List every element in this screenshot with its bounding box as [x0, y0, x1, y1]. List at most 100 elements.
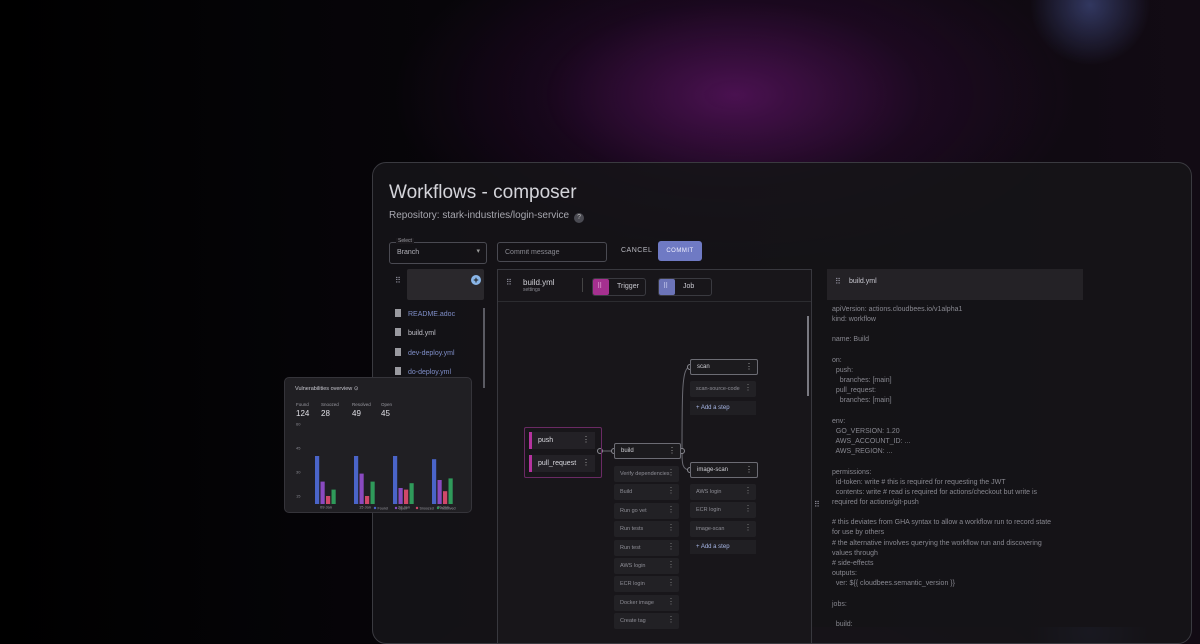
yaml-line: for use by others — [832, 529, 885, 537]
job-name: build — [621, 448, 634, 454]
more-icon[interactable]: ⋮ — [745, 362, 753, 372]
bar-open — [398, 488, 403, 504]
legend-label: Open — [399, 506, 408, 510]
more-icon[interactable]: ⋮ — [667, 468, 675, 478]
yaml-line: contents: write # read is required for a… — [832, 488, 1038, 496]
more-icon[interactable]: ⋮ — [667, 523, 675, 533]
file-item[interactable]: build.yml — [395, 328, 436, 337]
more-icon[interactable]: ⋮ — [582, 435, 590, 445]
more-icon[interactable]: ⋮ — [744, 504, 752, 514]
more-icon[interactable]: ⋮ — [667, 597, 675, 607]
branch-select-label: Select — [396, 238, 414, 244]
drag-handle-icon[interactable]: ⠿ — [395, 276, 401, 285]
vulnerabilities-card: Vulnerabilities overview ⊙ Found 124 Snoo… — [284, 377, 472, 513]
build-step[interactable]: Verify dependencies ⋮ — [614, 466, 679, 482]
step-label: Docker image — [620, 600, 654, 606]
image-step[interactable]: AWS login ⋮ — [690, 484, 756, 500]
vulnerabilities-chart: 1530456009 Jan 15 Jan 22 Jan 30 JanFound Ope… — [296, 422, 455, 511]
file-name: README.adoc — [408, 311, 456, 318]
step-label: Create tag — [620, 618, 646, 624]
bar-resolved — [370, 481, 375, 504]
legend-label: Found — [378, 506, 388, 510]
yaml-line: branches: [main] — [832, 377, 892, 385]
step-label: Run go vet — [620, 508, 647, 514]
commit-message-input[interactable] — [497, 242, 607, 262]
image-step[interactable]: ECR login ⋮ — [690, 502, 756, 518]
yaml-line: # the alternative involves querying the … — [832, 539, 1042, 547]
bar-found — [393, 456, 398, 504]
step-label: ECR login — [620, 581, 645, 587]
yaml-line: build: — [832, 620, 853, 628]
branch-select[interactable]: Select Branch ▾ — [389, 238, 487, 264]
trigger-pull-request[interactable]: pull_request ⋮ — [529, 455, 595, 472]
yaml-editor[interactable]: apiVersion: actions.cloudbees.io/v1alpha… — [832, 305, 1051, 630]
yaml-line: required for actions/git-push — [832, 498, 919, 506]
yaml-line — [832, 589, 1051, 599]
more-icon[interactable]: ⋮ — [744, 383, 752, 393]
more-icon[interactable]: ⋮ — [667, 560, 675, 570]
scan-step[interactable]: scan-source-code ⋮ — [690, 381, 756, 397]
yaml-line — [832, 508, 1051, 518]
more-icon[interactable]: ⋮ — [744, 486, 752, 496]
bar-open — [359, 473, 364, 504]
drag-handle-icon[interactable]: ⠿ — [835, 277, 841, 286]
yaml-line: AWS_ACCOUNT_ID: ... — [832, 438, 911, 446]
trigger-label: push — [538, 437, 554, 444]
yaml-line: # this deviates from GHA syntax to allow… — [832, 519, 1052, 527]
build-step[interactable]: Build ⋮ — [614, 484, 679, 500]
build-step[interactable]: Run go vet ⋮ — [614, 503, 679, 519]
panel-resize-handle-icon[interactable]: ⠿ — [814, 500, 820, 509]
build-step[interactable]: Run test ⋮ — [614, 540, 679, 556]
build-step[interactable]: AWS login ⋮ — [614, 558, 679, 574]
add-step-button[interactable]: + Add a step — [690, 540, 756, 554]
file-item[interactable]: README.adoc — [395, 309, 455, 318]
job-build[interactable]: build ⋮ — [614, 443, 681, 459]
file-tree-scrollbar[interactable] — [483, 308, 485, 388]
job-image-scan[interactable]: image-scan ⋮ — [690, 462, 758, 478]
more-icon[interactable]: ⋮ — [744, 523, 752, 533]
cancel-button[interactable]: CANCEL — [621, 247, 652, 254]
bar-open — [320, 481, 325, 504]
workflow-composer-window: Workflows - composer Repository: stark-i… — [372, 162, 1192, 644]
add-file-icon[interactable]: + — [471, 275, 481, 285]
image-step[interactable]: image-scan ⋮ — [690, 521, 756, 537]
file-icon — [395, 309, 401, 317]
step-label: scan-source-code — [696, 386, 740, 392]
bar-resolved — [331, 489, 336, 504]
build-step[interactable]: Run tests ⋮ — [614, 521, 679, 537]
more-icon[interactable]: ⋮ — [667, 505, 675, 515]
yaml-line: push: — [832, 366, 854, 374]
yaml-line — [832, 325, 1051, 335]
build-step[interactable]: Docker image ⋮ — [614, 595, 679, 611]
file-item[interactable]: do-deploy.yml — [395, 367, 451, 376]
commit-button[interactable]: COMMIT — [658, 241, 702, 261]
file-item[interactable]: dev-deploy.yml — [395, 348, 455, 357]
more-icon[interactable]: ⋮ — [582, 458, 590, 468]
legend-swatch — [373, 506, 377, 510]
help-icon[interactable]: ? — [574, 213, 585, 223]
more-icon[interactable]: ⋮ — [667, 486, 675, 496]
yaml-line: pull_request: — [832, 387, 876, 395]
chevron-down-icon: ▾ — [476, 248, 480, 255]
more-icon[interactable]: ⋮ — [668, 446, 676, 456]
more-icon[interactable]: ⋮ — [667, 615, 675, 625]
build-step[interactable]: ECR login ⋮ — [614, 576, 679, 592]
canvas-scrollbar[interactable] — [807, 316, 809, 396]
legend-label: Snoozed — [420, 506, 434, 510]
bar-open — [437, 480, 442, 504]
bar-resolved — [409, 483, 414, 504]
bar-snoozed — [443, 491, 448, 504]
yaml-file-name: build.yml — [849, 278, 877, 285]
trigger-push[interactable]: push ⋮ — [529, 432, 595, 449]
yaml-line: outputs: — [832, 570, 857, 578]
more-icon[interactable]: ⋮ — [667, 578, 675, 588]
job-name: image-scan — [697, 467, 729, 473]
more-icon[interactable]: ⋮ — [667, 542, 675, 552]
job-scan[interactable]: scan ⋮ — [690, 359, 758, 375]
add-step-button[interactable]: + Add a step — [690, 401, 756, 415]
yaml-line: on: — [832, 356, 842, 364]
more-icon[interactable]: ⋮ — [745, 465, 753, 475]
step-label: image-scan — [696, 526, 725, 532]
y-tick-label: 15 — [296, 494, 301, 499]
x-tick-label: 15 Jan — [359, 505, 371, 510]
